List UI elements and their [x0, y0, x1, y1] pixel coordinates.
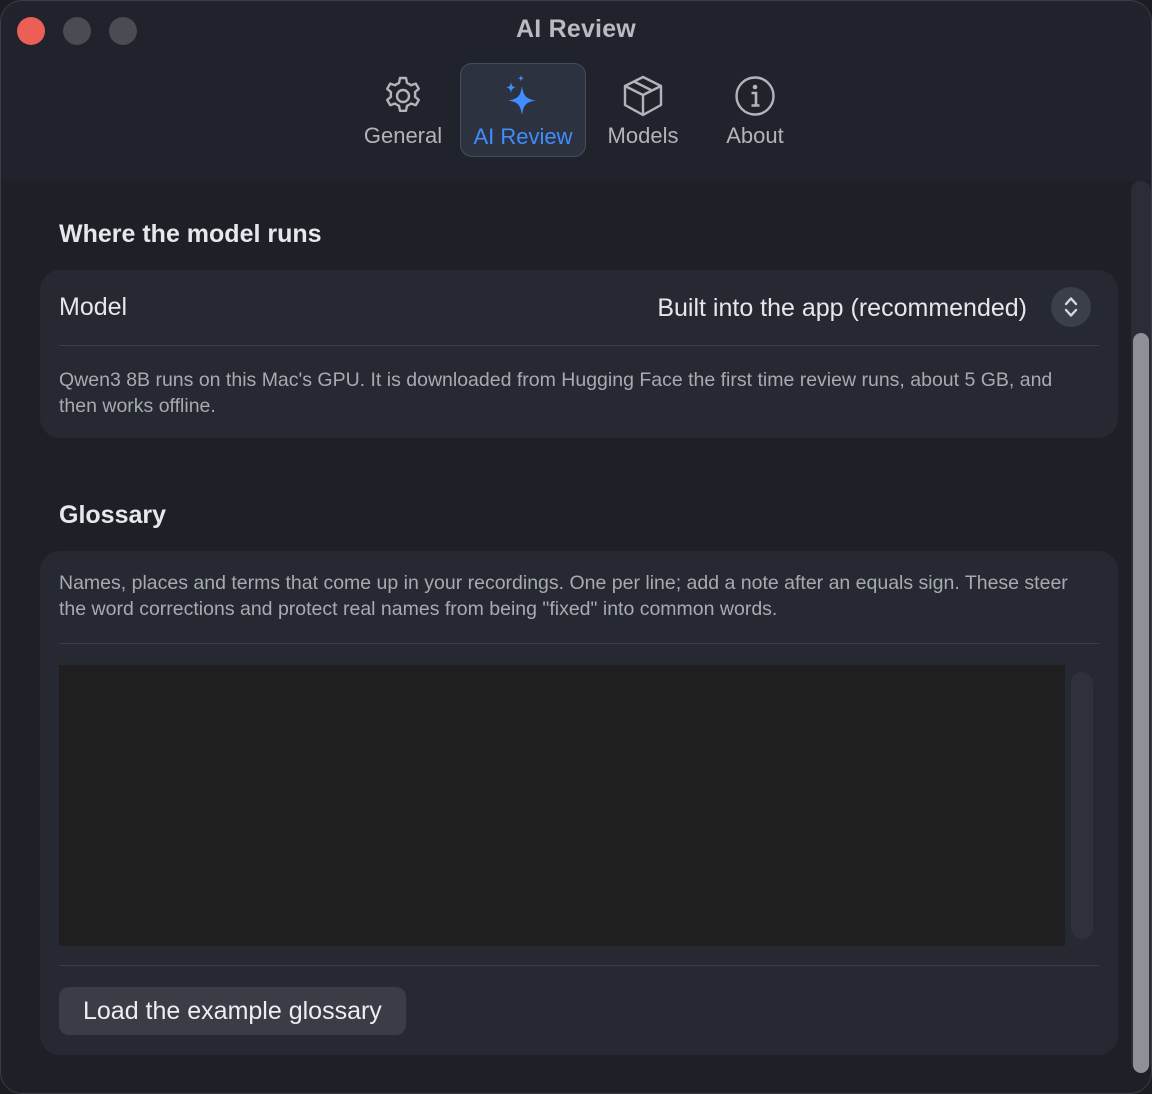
divider: [59, 643, 1099, 644]
model-section-title: Where the model runs: [59, 220, 322, 248]
title-bar: AI Review: [1, 1, 1151, 61]
tab-ai-review[interactable]: AI Review: [460, 63, 586, 157]
gear-icon: [380, 73, 426, 119]
divider: [59, 965, 1099, 966]
glossary-text-editor[interactable]: [59, 665, 1065, 946]
tab-general[interactable]: General: [355, 63, 451, 157]
tab-general-label: General: [363, 123, 443, 148]
model-card: Model Built into the app (recommended) Q…: [40, 270, 1118, 438]
content-scrollbar[interactable]: [1127, 181, 1151, 1093]
tab-about-label: About: [726, 123, 784, 148]
glossary-description: Names, places and terms that come up in …: [59, 572, 1068, 620]
model-select-value[interactable]: Built into the app (recommended): [657, 294, 1027, 323]
tab-about[interactable]: About: [707, 63, 803, 157]
glossary-editor-scrollbar[interactable]: [1071, 672, 1093, 939]
model-description: Qwen3 8B runs on this Mac's GPU. It is d…: [59, 369, 1053, 417]
divider: [59, 345, 1099, 346]
model-label: Model: [59, 293, 128, 321]
settings-content: Where the model runs Model Built into th…: [1, 181, 1151, 1093]
glossary-card: Names, places and terms that come up in …: [40, 551, 1118, 1055]
tab-models-label: Models: [607, 123, 679, 148]
model-select-button[interactable]: [1051, 287, 1091, 327]
glossary-section-title: Glossary: [59, 501, 167, 529]
window-title: AI Review: [516, 15, 636, 43]
tab-ai-review-label: AI Review: [473, 124, 573, 149]
load-example-glossary-button[interactable]: Load the example glossary: [59, 987, 406, 1035]
settings-window: AI Review General AI Review Models About…: [0, 0, 1152, 1094]
info-icon: [732, 73, 778, 119]
chevron-up-down-icon: [1064, 297, 1078, 317]
settings-toolbar: General AI Review Models About: [1, 63, 1151, 159]
sparkles-icon: [500, 74, 546, 120]
tab-models[interactable]: Models: [595, 63, 691, 157]
cube-icon: [620, 73, 666, 119]
scrollbar-thumb[interactable]: [1133, 333, 1149, 1073]
